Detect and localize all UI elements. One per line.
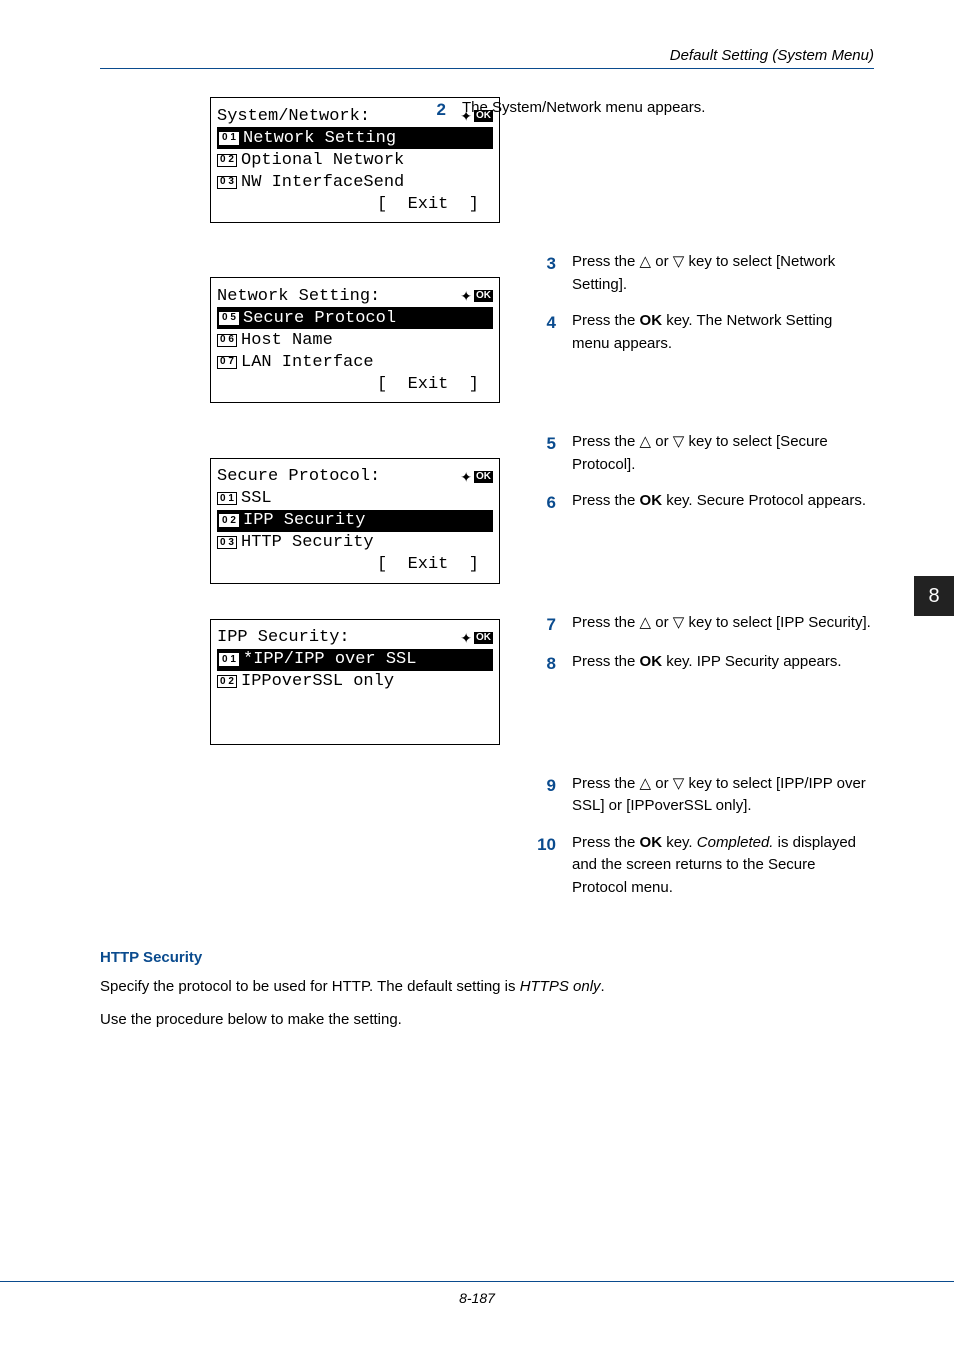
section-heading-http-security: HTTP Security: [100, 949, 874, 966]
item-badge: 0 2: [217, 675, 237, 688]
step-text: Press the OK key. Completed. is displaye…: [572, 832, 874, 900]
item-badge: 0 1: [217, 492, 237, 505]
page-footer: 8-187: [0, 1281, 954, 1308]
step-number: 10: [532, 832, 556, 900]
item-badge: 0 6: [217, 334, 237, 347]
item-badge: 0 5: [219, 312, 239, 325]
down-arrow-icon: ▽: [673, 253, 685, 270]
item-badge: 0 1: [219, 132, 239, 145]
item-badge: 0 3: [217, 176, 237, 189]
up-arrow-icon: △: [640, 253, 652, 270]
up-arrow-icon: △: [640, 775, 652, 792]
page-header: Default Setting (System Menu): [670, 47, 874, 64]
body-paragraph: Specify the protocol to be used for HTTP…: [100, 976, 874, 999]
step-item: 2 The System/Network menu appears.: [422, 97, 874, 123]
item-badge: 0 2: [217, 154, 237, 167]
down-arrow-icon: ▽: [673, 775, 685, 792]
item-badge: 0 3: [217, 536, 237, 549]
body-paragraph: Use the procedure below to make the sett…: [100, 1009, 874, 1032]
step-item: 9 Press the △ or ▽ key to select [IPP/IP…: [532, 773, 874, 818]
step-number: 2: [422, 97, 446, 123]
item-badge: 0 7: [217, 356, 237, 369]
up-arrow-icon: △: [640, 433, 652, 450]
step-text: Press the △ or ▽ key to select [IPP/IPP …: [572, 773, 874, 818]
step-item: 10 Press the OK key. Completed. is displ…: [532, 832, 874, 900]
item-badge: 0 2: [219, 514, 239, 527]
item-badge: 0 1: [219, 653, 239, 666]
chapter-tab: 8: [914, 576, 954, 616]
page-number: 8-187: [459, 1290, 495, 1306]
step-text: The System/Network menu appears.: [462, 97, 874, 123]
down-arrow-icon: ▽: [673, 433, 685, 450]
step-number: 9: [532, 773, 556, 818]
